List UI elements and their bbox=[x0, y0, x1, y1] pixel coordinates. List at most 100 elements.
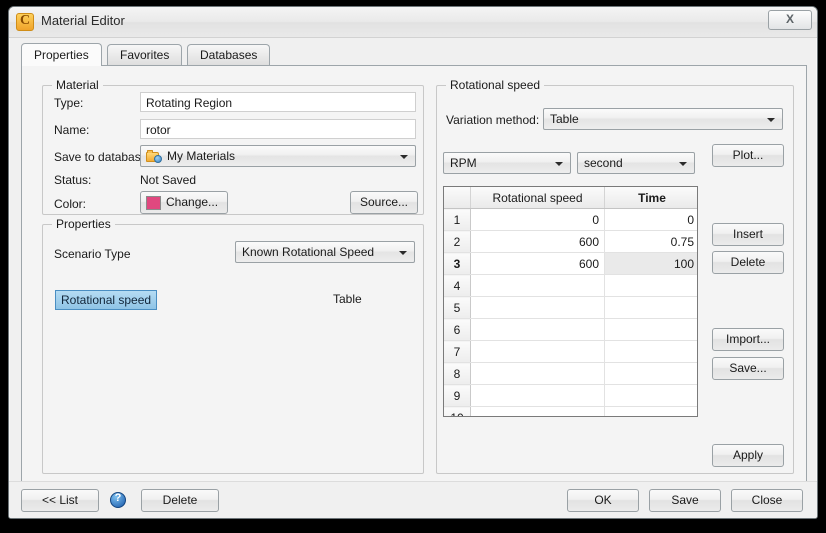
cell-rotational-speed[interactable]: 0 bbox=[470, 208, 605, 231]
scenario-type-combo[interactable]: Known Rotational Speed bbox=[235, 241, 415, 263]
chevron-down-icon bbox=[679, 162, 687, 166]
insert-row-button[interactable]: Insert bbox=[712, 223, 784, 246]
time-unit-combo[interactable]: second bbox=[577, 152, 695, 174]
cell-time[interactable] bbox=[604, 340, 697, 363]
column-header-time[interactable]: Time bbox=[604, 187, 697, 209]
table-row[interactable]: 9 bbox=[444, 384, 697, 407]
import-button[interactable]: Import... bbox=[712, 328, 784, 351]
table-row[interactable]: 2 600 0.75 bbox=[444, 230, 697, 253]
chevron-down-icon bbox=[399, 251, 407, 255]
property-list-item-rotational-speed[interactable]: Rotational speed bbox=[55, 290, 158, 310]
cell-rotational-speed[interactable] bbox=[470, 406, 605, 416]
help-glyph: ? bbox=[114, 492, 122, 504]
cell-time[interactable] bbox=[604, 406, 697, 416]
c-logo-icon: C bbox=[16, 13, 34, 31]
ok-button[interactable]: OK bbox=[567, 489, 639, 512]
cell-rotational-speed[interactable] bbox=[470, 296, 605, 319]
c-logo-glyph: C bbox=[19, 13, 31, 28]
properties-group-legend: Properties bbox=[52, 217, 115, 231]
apply-button[interactable]: Apply bbox=[712, 444, 784, 467]
dialog-footer: << List ? Delete OK Save Close bbox=[9, 481, 817, 518]
save-to-database-combo[interactable]: My Materials bbox=[140, 145, 416, 167]
table-row[interactable]: 4 bbox=[444, 274, 697, 297]
close-dialog-button[interactable]: Close bbox=[731, 489, 803, 512]
table-row[interactable]: 5 bbox=[444, 296, 697, 319]
help-icon[interactable]: ? bbox=[110, 492, 126, 508]
variation-method-value: Table bbox=[550, 112, 579, 126]
list-back-button[interactable]: << List bbox=[21, 489, 99, 512]
tab-properties[interactable]: Properties bbox=[21, 43, 102, 66]
table-row[interactable]: 8 bbox=[444, 362, 697, 385]
column-header-rownum bbox=[444, 187, 471, 209]
cell-time[interactable] bbox=[604, 384, 697, 407]
row-number[interactable]: 7 bbox=[444, 340, 471, 363]
delete-row-button[interactable]: Delete bbox=[712, 251, 784, 274]
variation-method-combo[interactable]: Table bbox=[543, 108, 783, 130]
row-number[interactable]: 1 bbox=[444, 208, 471, 231]
table-row[interactable]: 100 bbox=[444, 208, 697, 231]
plot-button[interactable]: Plot... bbox=[712, 144, 784, 167]
source-button[interactable]: Source... bbox=[350, 191, 418, 214]
close-button[interactable]: X bbox=[768, 10, 812, 30]
rotational-speed-table[interactable]: Rotational speed Time 1 0 0 2 600 0.75 3 600 100… bbox=[443, 186, 698, 417]
properties-tab-panel: Material Type: Rotating Region Name: rot… bbox=[21, 65, 807, 483]
chevron-down-icon bbox=[767, 118, 775, 122]
scenario-type-value: Known Rotational Speed bbox=[242, 245, 375, 259]
cell-rotational-speed[interactable] bbox=[470, 362, 605, 385]
save-to-database-label: Save to database: bbox=[54, 150, 151, 164]
name-field[interactable]: rotor bbox=[140, 119, 416, 139]
row-number[interactable]: 9 bbox=[444, 384, 471, 407]
type-label: Type: bbox=[54, 96, 84, 110]
table-row[interactable]: 6 bbox=[444, 318, 697, 341]
cell-rotational-speed[interactable] bbox=[470, 274, 605, 297]
save-material-button[interactable]: Save bbox=[649, 489, 721, 512]
property-value-rotational-speed: Table bbox=[333, 292, 362, 306]
status-label: Status: bbox=[54, 173, 92, 187]
table-row[interactable]: 10 bbox=[444, 406, 697, 416]
row-number[interactable]: 4 bbox=[444, 274, 471, 297]
cell-rotational-speed[interactable] bbox=[470, 318, 605, 341]
column-header-rotational-speed[interactable]: Rotational speed bbox=[470, 187, 605, 209]
cell-time[interactable] bbox=[604, 274, 697, 297]
row-number[interactable]: 3 bbox=[444, 252, 471, 275]
scenario-type-label: Scenario Type bbox=[54, 247, 131, 261]
type-field[interactable]: Rotating Region bbox=[140, 92, 416, 112]
cell-time[interactable] bbox=[604, 362, 697, 385]
row-number[interactable]: 10 bbox=[444, 406, 471, 416]
row-number[interactable]: 5 bbox=[444, 296, 471, 319]
change-color-button[interactable]: Change... bbox=[140, 191, 228, 214]
save-table-button[interactable]: Save... bbox=[712, 357, 784, 380]
cell-time[interactable] bbox=[604, 318, 697, 341]
cell-time[interactable]: 100 bbox=[604, 252, 697, 275]
row-number[interactable]: 6 bbox=[444, 318, 471, 341]
table-row[interactable]: 7 bbox=[444, 340, 697, 363]
name-label: Name: bbox=[54, 123, 90, 137]
cell-rotational-speed[interactable] bbox=[470, 384, 605, 407]
tab-favorites[interactable]: Favorites bbox=[107, 44, 183, 65]
cell-time[interactable]: 0 bbox=[604, 208, 697, 231]
color-swatch bbox=[146, 196, 161, 210]
row-number[interactable]: 2 bbox=[444, 230, 471, 253]
rotational-speed-group-legend: Rotational speed bbox=[446, 78, 545, 92]
tab-strip: Properties Favorites Databases bbox=[21, 43, 807, 66]
variation-method-label: Variation method: bbox=[446, 113, 540, 127]
cell-time[interactable] bbox=[604, 296, 697, 319]
speed-unit-combo[interactable]: RPM bbox=[443, 152, 571, 174]
save-to-database-value: My Materials bbox=[167, 149, 236, 163]
close-icon: X bbox=[785, 12, 794, 26]
cell-time[interactable]: 0.75 bbox=[604, 230, 697, 253]
cell-rotational-speed[interactable]: 600 bbox=[470, 252, 605, 275]
table-header-row: Rotational speed Time bbox=[444, 187, 697, 209]
delete-material-button[interactable]: Delete bbox=[141, 489, 219, 512]
title-bar: C Material Editor X bbox=[9, 7, 817, 38]
material-group-legend: Material bbox=[52, 78, 103, 92]
table-row[interactable]: 3 600 100 bbox=[444, 252, 697, 275]
chevron-down-icon bbox=[400, 155, 408, 159]
color-label: Color: bbox=[54, 197, 87, 211]
row-number[interactable]: 8 bbox=[444, 362, 471, 385]
cell-rotational-speed[interactable] bbox=[470, 340, 605, 363]
database-folder-icon bbox=[146, 150, 162, 163]
window-title: Material Editor bbox=[41, 13, 125, 28]
cell-rotational-speed[interactable]: 600 bbox=[470, 230, 605, 253]
tab-databases[interactable]: Databases bbox=[187, 44, 271, 65]
